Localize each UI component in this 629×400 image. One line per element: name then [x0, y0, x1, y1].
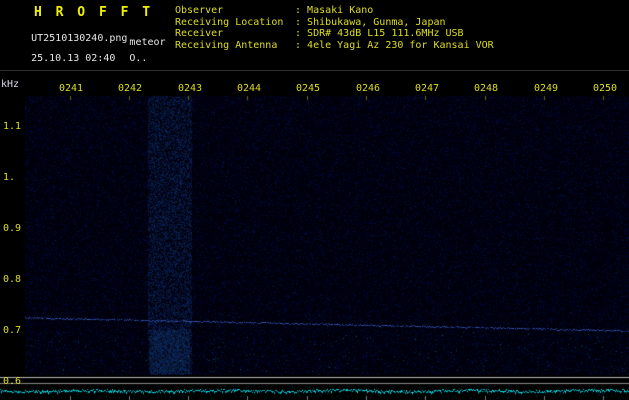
- info-row-receiver: Receiver: SDR# 43dB L15 111.6MHz USB: [175, 28, 494, 40]
- info-label: Receiver: [175, 28, 224, 39]
- freq-unit-label: kHz: [1, 79, 20, 90]
- info-value: Shibukawa, Gunma, Japan: [307, 16, 446, 28]
- time-tick-label: 0243: [178, 83, 203, 94]
- datetime: 25.10.13 02:40: [31, 53, 116, 64]
- info-row-location: Receiving Location: Shibukawa, Gunma, Ja…: [175, 17, 494, 29]
- time-tick-label: 0250: [593, 83, 618, 94]
- time-tick-label: 0245: [296, 83, 321, 94]
- time-tick-label: 0248: [474, 83, 499, 94]
- time-tick-label: 0247: [415, 83, 440, 94]
- hrofft-window: H R O F F T UT2510130240.png meteor 25.10…: [0, 0, 629, 400]
- info-value: SDR# 43dB L15 111.6MHz USB: [307, 28, 464, 39]
- time-tick-label: 0241: [59, 83, 84, 94]
- app-title: H R O F F T: [34, 5, 154, 20]
- time-tick-label: 0244: [237, 83, 262, 94]
- info-label: Receiving Location: [175, 16, 284, 28]
- info-row-observer: Observer: Masaki Kano: [175, 5, 494, 17]
- time-tick-label: 0249: [534, 83, 559, 94]
- info-colon: :: [295, 16, 308, 28]
- datetime-line: 25.10.13 02:40 O..: [7, 42, 147, 75]
- freq-tick-label: 0.7: [3, 325, 22, 336]
- freq-tick-label: 0.6: [3, 376, 22, 387]
- info-colon: :: [295, 28, 308, 39]
- info-label: Receiving Antenna: [175, 39, 278, 51]
- freq-tick-label: 1.: [3, 172, 16, 183]
- info-value: Masaki Kano: [307, 5, 374, 16]
- time-tick-label: 0246: [356, 83, 381, 94]
- freq-tick-label: 1.1: [3, 121, 22, 132]
- info-value: 4ele Yagi Az 230 for Kansai VOR: [307, 39, 494, 51]
- echo-counter: O..: [129, 53, 148, 64]
- time-tick-label: 0242: [118, 83, 143, 94]
- station-info: Observer: Masaki Kano Receiving Location…: [175, 5, 494, 51]
- info-colon: :: [295, 39, 308, 51]
- freq-tick-label: 0.9: [3, 223, 22, 234]
- info-row-antenna: Receiving Antenna: 4ele Yagi Az 230 for …: [175, 40, 494, 52]
- info-label: Observer: [175, 5, 224, 16]
- info-colon: :: [295, 5, 308, 16]
- freq-tick-label: 0.8: [3, 274, 22, 285]
